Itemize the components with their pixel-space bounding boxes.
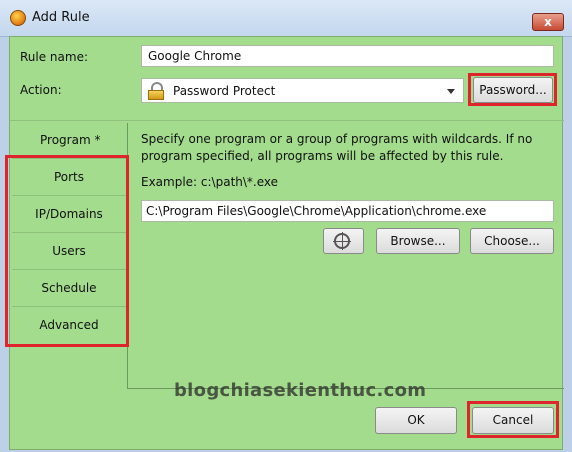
close-icon: x <box>544 15 552 29</box>
action-label: Action: <box>20 83 62 97</box>
browse-button[interactable]: Browse... <box>376 228 460 254</box>
nav-highlight-box <box>5 155 129 347</box>
cancel-highlight-box <box>467 401 559 438</box>
nav-item-program[interactable]: Program * <box>40 133 100 147</box>
dropdown-arrow-icon <box>447 89 455 94</box>
example-text: Example: c:\path\*.exe <box>141 175 279 189</box>
program-path-input[interactable]: C:\Program Files\Google\Chrome\Applicati… <box>141 200 554 222</box>
ok-button[interactable]: OK <box>375 407 457 434</box>
action-select[interactable]: Password Protect <box>141 78 464 103</box>
rule-name-input[interactable]: Google Chrome <box>141 45 554 67</box>
rule-name-label: Rule name: <box>20 50 89 64</box>
app-icon <box>10 10 26 26</box>
watermark-text: blogchiasekienthuc.com <box>174 380 427 401</box>
window-title: Add Rule <box>32 10 90 25</box>
title-bar: Add Rule x <box>0 0 572 37</box>
lock-icon <box>148 82 164 100</box>
action-select-value: Password Protect <box>173 84 276 98</box>
choose-button[interactable]: Choose... <box>470 228 554 254</box>
close-button[interactable]: x <box>532 13 564 31</box>
crosshair-target-icon <box>333 232 351 250</box>
find-target-button[interactable] <box>323 228 364 254</box>
section-divider <box>10 120 564 121</box>
program-description: Specify one program or a group of progra… <box>141 132 533 163</box>
password-highlight-box <box>468 73 557 106</box>
dialog-body: Rule name: Google Chrome Action: Passwor… <box>5 36 564 450</box>
